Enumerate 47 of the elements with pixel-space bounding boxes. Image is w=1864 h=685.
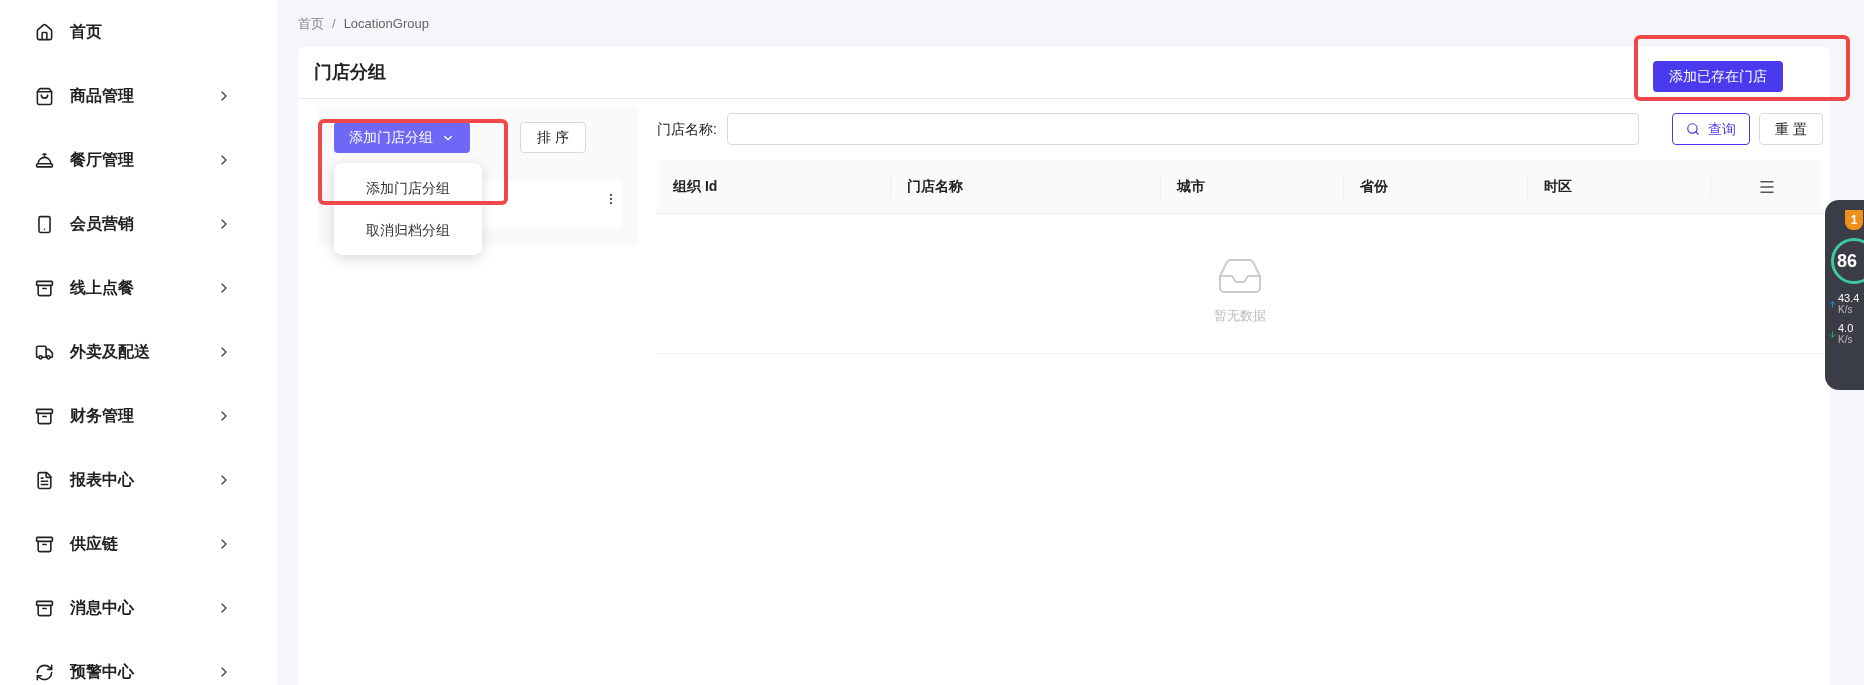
network-widget: 1 86 43.4 K/s 4.0 K/s <box>1825 200 1864 390</box>
empty-text: 暂无数据 <box>1214 307 1266 325</box>
column-header: 城市 <box>1177 177 1205 196</box>
page-title: 门店分组 <box>314 61 386 84</box>
column-header: 省份 <box>1360 177 1388 196</box>
breadcrumb-separator: / <box>332 14 336 33</box>
bag-icon <box>35 86 54 106</box>
document-icon <box>35 470 54 490</box>
sidebar-item[interactable]: 预警中心 <box>0 640 277 685</box>
sidebar-item[interactable]: 首页 <box>0 0 277 64</box>
reset-button[interactable]: 重 置 <box>1759 113 1823 145</box>
store-name-input[interactable] <box>727 113 1640 145</box>
field-label: 门店名称: <box>657 119 718 139</box>
search-icon <box>1686 122 1701 136</box>
box-icon <box>35 406 54 426</box>
sidebar-item[interactable]: 消息中心 <box>0 576 277 640</box>
sort-button[interactable]: 排 序 <box>520 122 586 153</box>
sidebar-item[interactable]: 餐厅管理 <box>0 128 277 192</box>
sidebar-item[interactable]: 财务管理 <box>0 384 277 448</box>
dropdown-item[interactable]: 取消归档分组 <box>334 209 482 251</box>
sidebar-item[interactable]: 商品管理 <box>0 64 277 128</box>
sidebar-item[interactable]: 会员营销 <box>0 192 277 256</box>
phone-icon <box>35 214 54 234</box>
download-arrow-icon <box>1828 329 1837 339</box>
add-existing-store-button[interactable]: 添加已存在门店 <box>1653 61 1783 92</box>
truck-icon <box>35 342 54 362</box>
upload-arrow-icon <box>1828 299 1837 309</box>
sidebar-item[interactable]: 供应链 <box>0 512 277 576</box>
box-icon <box>35 534 54 554</box>
service-bell-icon <box>35 150 54 170</box>
dropdown-item[interactable]: 添加门店分组 <box>334 167 482 209</box>
shield-badge: 1 <box>1845 210 1863 230</box>
add-group-button[interactable]: 添加门店分组 <box>334 122 470 153</box>
percent-ring: 86 <box>1831 238 1864 284</box>
sidebar-item[interactable]: 外卖及配送 <box>0 320 277 384</box>
house-icon <box>35 22 54 42</box>
column-header: 时区 <box>1544 177 1572 196</box>
sidebar-item[interactable]: 报表中心 <box>0 448 277 512</box>
query-button[interactable]: 查询 <box>1672 113 1751 145</box>
cycle-icon <box>35 662 54 682</box>
breadcrumb-current: LocationGroup <box>343 14 429 33</box>
column-header: 组织 Id <box>673 177 718 196</box>
sidebar-item[interactable]: 线上点餐 <box>0 256 277 320</box>
breadcrumb-link[interactable]: 首页 <box>298 13 324 34</box>
box-icon <box>35 598 54 618</box>
column-header: 门店名称 <box>907 177 963 196</box>
box-icon <box>35 278 54 298</box>
